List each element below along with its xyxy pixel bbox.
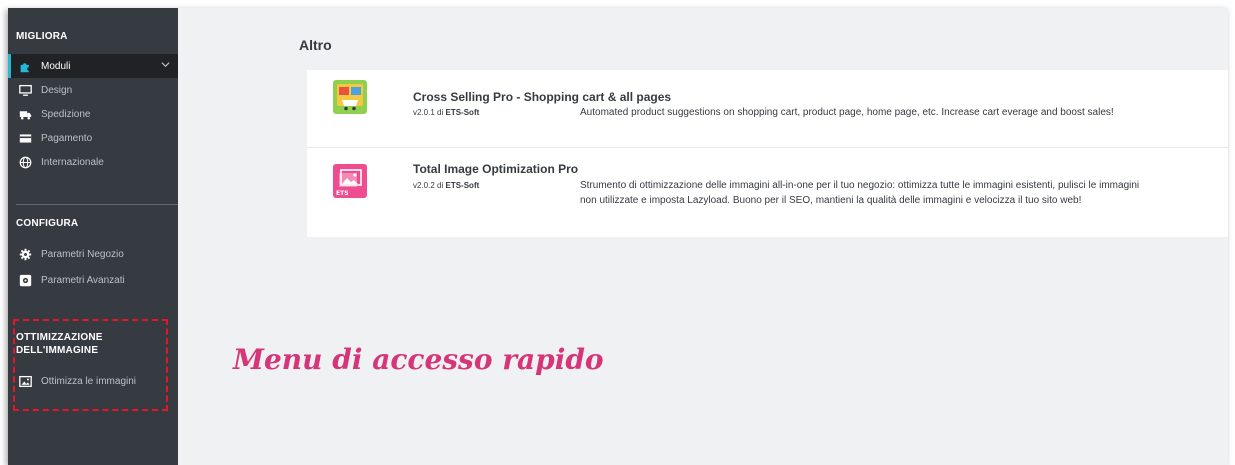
cross-selling-icon	[333, 80, 367, 119]
module-description: Automated product suggestions on shoppin…	[580, 107, 1114, 118]
sidebar-item-spedizione[interactable]: Spedizione	[8, 102, 178, 126]
module-name[interactable]: Cross Selling Pro - Shopping cart & all …	[413, 90, 671, 104]
sidebar-item-parametri-avanzati[interactable]: Parametri Avanzati	[8, 268, 178, 292]
sidebar-item-design[interactable]: Design	[8, 78, 178, 102]
puzzle-icon	[18, 59, 32, 73]
sidebar-item-label: Design	[41, 84, 73, 96]
quick-access-annotation: Menu di accesso rapido	[233, 343, 604, 376]
globe-icon	[18, 155, 32, 169]
module-author: ETS-Soft	[445, 181, 480, 190]
quick-access-highlight	[13, 319, 168, 411]
section-title-configura: CONFIGURA	[16, 218, 79, 229]
module-version: v2.0.1 di ETS-Soft	[413, 108, 480, 117]
sidebar-item-label: Moduli	[41, 60, 71, 72]
chevron-down-icon[interactable]	[161, 60, 170, 72]
gear-icon	[18, 247, 32, 261]
sidebar: MIGLIORA Moduli Design Spedizione Pagame…	[8, 8, 178, 465]
truck-icon	[18, 107, 32, 121]
credit-card-icon	[18, 131, 32, 145]
monitor-icon	[18, 83, 32, 97]
sidebar-item-parametri-negozio[interactable]: Parametri Negozio	[8, 242, 178, 266]
module-list-panel: Cross Selling Pro - Shopping cart & all …	[307, 70, 1228, 237]
sidebar-item-label: Spedizione	[41, 108, 91, 120]
advanced-settings-icon	[18, 273, 32, 287]
section-title-altro: Altro	[299, 37, 332, 53]
module-row-image-optimization[interactable]: ETS Total Image Optimization Pro v2.0.2 …	[307, 148, 1228, 237]
module-author: ETS-Soft	[445, 108, 480, 117]
sidebar-item-internazionale[interactable]: Internazionale	[8, 150, 178, 174]
module-name[interactable]: Total Image Optimization Pro	[413, 162, 578, 176]
sidebar-divider	[16, 204, 178, 205]
sidebar-item-moduli[interactable]: Moduli	[8, 54, 178, 78]
module-version: v2.0.2 di ETS-Soft	[413, 181, 480, 190]
app-window: MIGLIORA Moduli Design Spedizione Pagame…	[8, 8, 1228, 465]
image-optimization-icon: ETS	[333, 164, 367, 203]
sidebar-item-label: Parametri Negozio	[41, 248, 124, 260]
sidebar-item-label: Parametri Avanzati	[41, 274, 125, 286]
sidebar-item-pagamento[interactable]: Pagamento	[8, 126, 178, 150]
module-description: Strumento di ottimizzazione delle immagi…	[580, 180, 1140, 206]
section-title-migliora: MIGLIORA	[16, 31, 68, 42]
icon-badge-text: ETS	[336, 190, 349, 197]
module-row-cross-selling[interactable]: Cross Selling Pro - Shopping cart & all …	[307, 70, 1228, 147]
sidebar-item-label: Internazionale	[41, 156, 104, 168]
sidebar-item-label: Pagamento	[41, 132, 93, 144]
